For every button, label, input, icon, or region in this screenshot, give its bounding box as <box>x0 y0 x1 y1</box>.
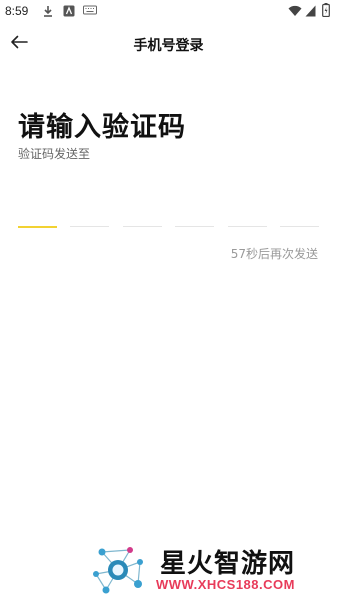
page-subtitle: 验证码发送至 <box>18 147 91 161</box>
notification-app-icon <box>63 5 75 17</box>
code-slot-3[interactable] <box>122 226 162 227</box>
site-watermark: 星火智游网 WWW.XHCS188.COM <box>88 540 337 600</box>
wifi-icon <box>288 5 302 17</box>
code-slot-4[interactable] <box>175 226 215 227</box>
page-header-title: 手机号登录 <box>133 38 204 54</box>
code-slot-5[interactable] <box>227 226 267 227</box>
download-icon <box>42 5 54 18</box>
code-slot-6[interactable] <box>279 226 319 227</box>
watermark-url: WWW.XHCS188.COM <box>156 577 295 592</box>
signal-icon <box>305 5 316 17</box>
keyboard-icon <box>83 5 97 16</box>
code-slot-2[interactable] <box>70 226 110 227</box>
verification-code-input[interactable] <box>18 226 319 232</box>
battery-icon <box>322 3 330 17</box>
watermark-name: 星火智游网 <box>160 549 296 579</box>
watermark-logo-icon <box>88 540 152 600</box>
code-slot-1[interactable] <box>18 226 57 228</box>
status-bar: 8:59 <box>0 0 337 24</box>
resend-countdown: 57秒后再次发送 <box>230 247 318 261</box>
status-time: 8:59 <box>5 4 29 18</box>
app-header: 手机号登录 <box>0 24 337 64</box>
page-title: 请输入验证码 <box>18 112 186 143</box>
